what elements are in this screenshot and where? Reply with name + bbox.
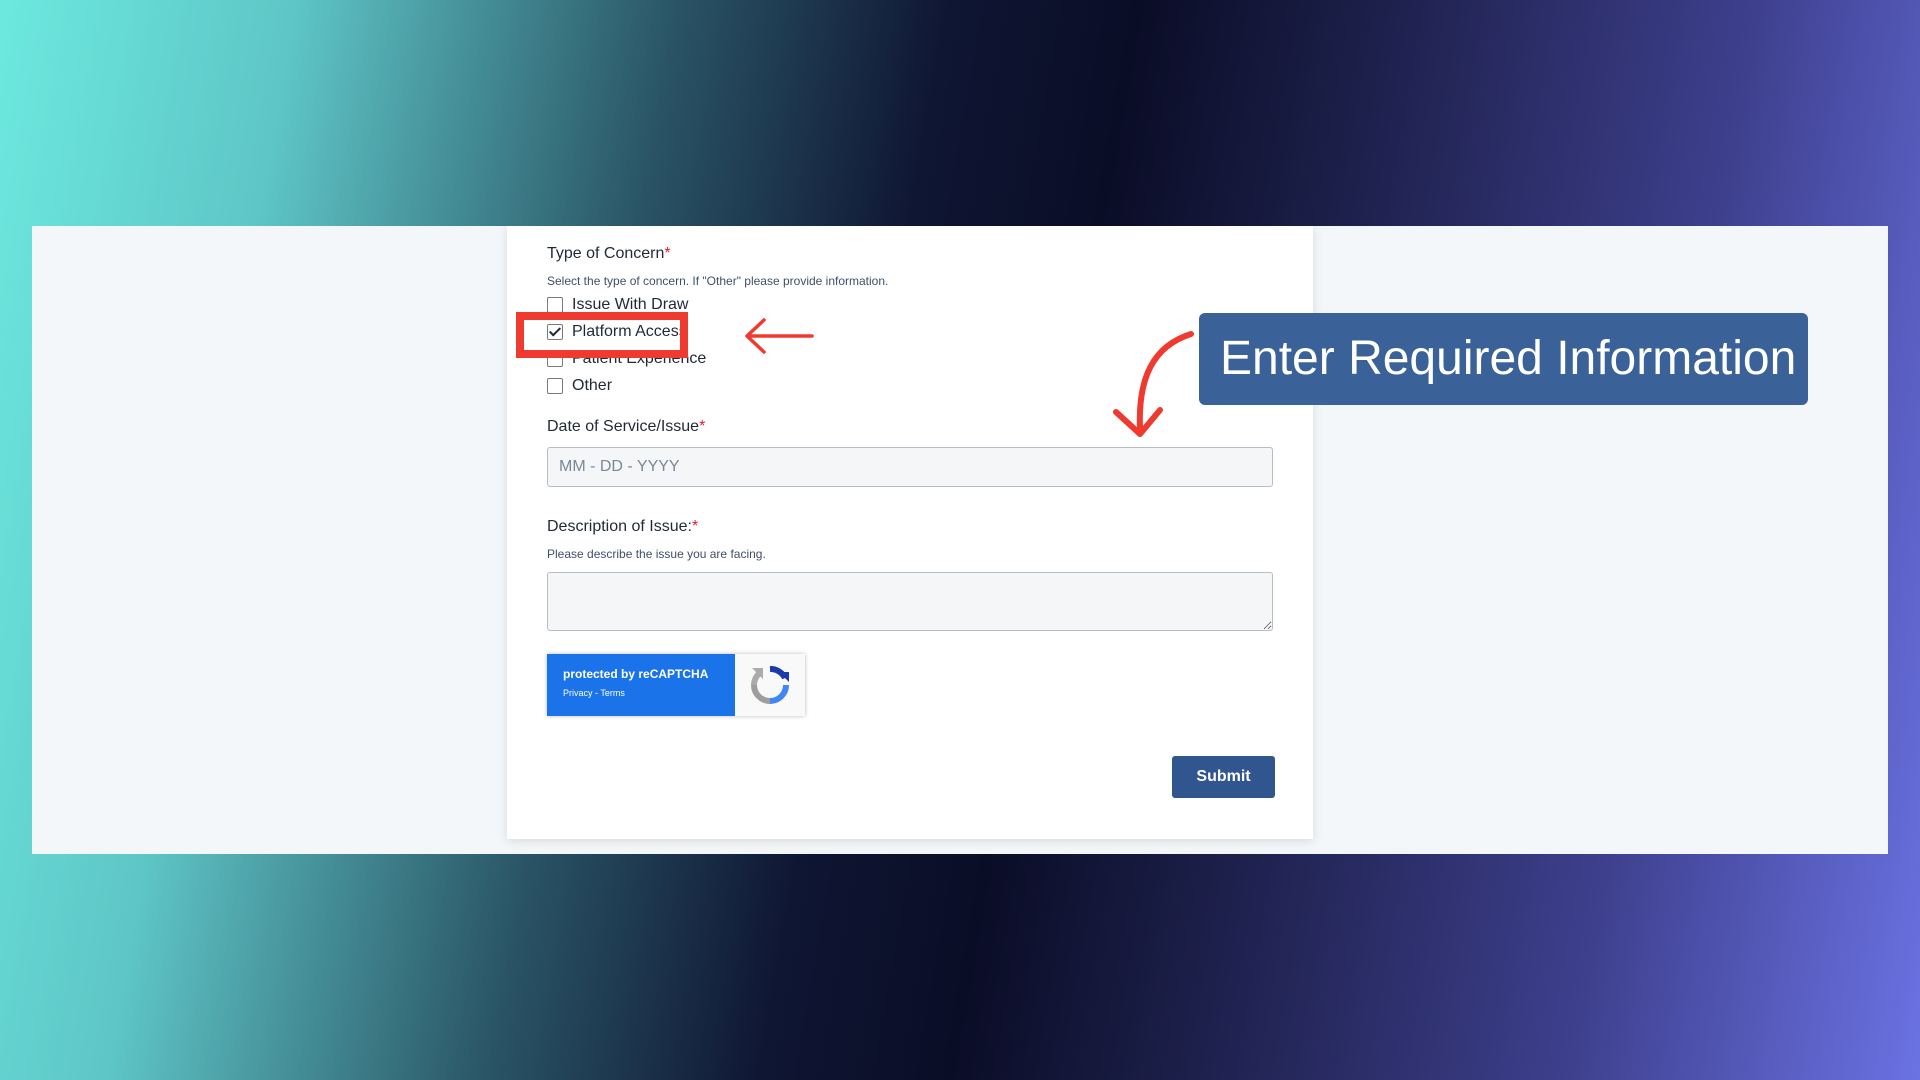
date-input[interactable] (547, 447, 1273, 487)
checkbox-label: Other (572, 377, 613, 394)
recaptcha-privacy-terms-links[interactable]: Privacy - Terms (563, 688, 735, 698)
recaptcha-badge[interactable]: protected by reCAPTCHA Privacy - Terms (547, 654, 805, 716)
instruction-callout: Enter Required Information (1199, 313, 1808, 405)
recaptcha-info-panel: protected by reCAPTCHA Privacy - Terms (547, 654, 735, 716)
required-asterisk: * (664, 245, 671, 262)
date-label-text: Date of Service/Issue (547, 418, 700, 435)
concern-help-text: Select the type of concern. If "Other" p… (547, 274, 889, 288)
submit-button[interactable]: Submit (1172, 756, 1275, 798)
highlight-box (516, 312, 688, 358)
checkbox-box-unchecked[interactable] (547, 297, 563, 313)
recaptcha-logo-icon (735, 654, 805, 716)
date-label: Date of Service/Issue* (547, 418, 705, 436)
checkbox-other[interactable]: Other (547, 375, 612, 397)
required-asterisk: * (699, 418, 706, 435)
required-asterisk: * (691, 518, 699, 535)
curved-arrow-down-icon (1113, 331, 1194, 437)
description-help-text: Please describe the issue you are facing… (547, 547, 766, 561)
checkbox-box-unchecked[interactable] (547, 378, 563, 394)
description-label: Description of Issue:* (547, 518, 698, 536)
recaptcha-protected-text: protected by reCAPTCHA (563, 667, 709, 681)
description-textarea[interactable] (547, 572, 1273, 631)
arrow-left-icon (745, 318, 814, 354)
description-label-text: Description of Issue: (547, 518, 692, 535)
concern-label: Type of Concern* (547, 245, 671, 263)
concern-label-text: Type of Concern (547, 245, 665, 262)
